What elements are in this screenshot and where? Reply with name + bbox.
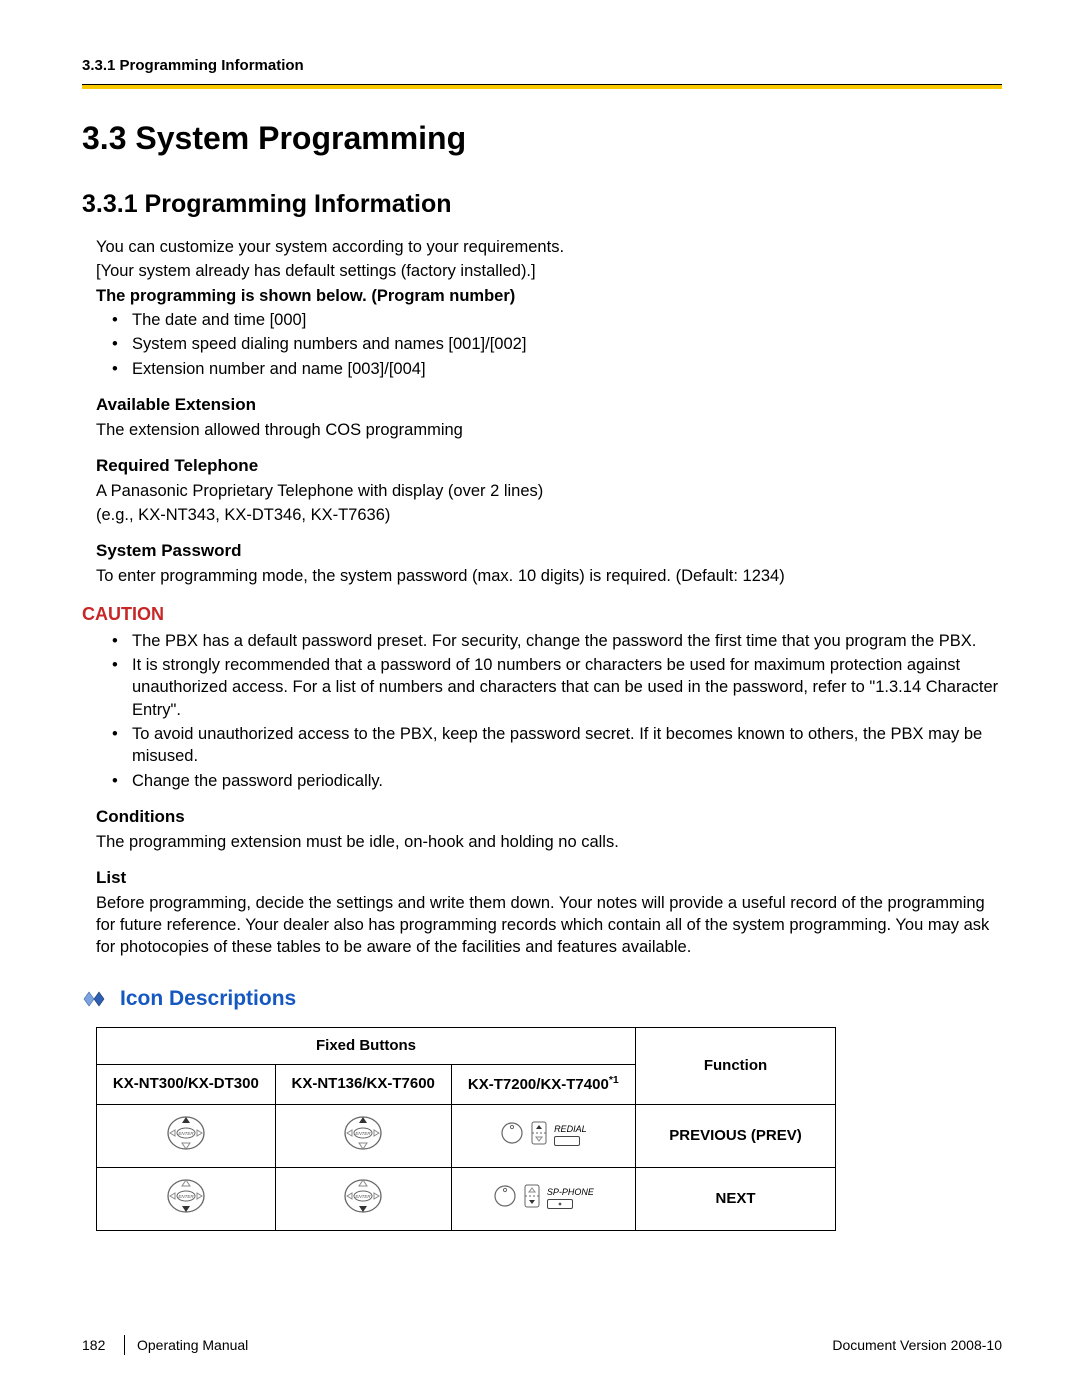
page: 3.3.1 Programming Information 3.3 System… [0,0,1080,1397]
volume-rocker-icon [523,1183,541,1215]
intro-bullet-3: Extension number and name [003]/[004] [96,358,1002,380]
icon-descriptions-heading: Icon Descriptions [82,985,1002,1013]
running-header: 3.3.1 Programming Information [82,56,1002,76]
cell-nav-down-1: ENTER [97,1167,276,1230]
cell-fn-next: NEXT [636,1167,836,1230]
th-col3-text: KX-T7200/KX-T7400 [468,1076,609,1093]
icon-description-table: Fixed Buttons Function KX-NT300/KX-DT300… [96,1027,836,1231]
th-col3-sup: *1 [609,1074,619,1086]
manual-title: Operating Manual [137,1336,248,1355]
cell-nav-down-2: ENTER [275,1167,451,1230]
navigator-up-icon: ENTER [164,1113,208,1159]
volume-rocker-icon [530,1120,548,1152]
intro-block: You can customize your system according … [96,236,1002,587]
navigator-down-icon: ENTER [164,1176,208,1222]
intro-line-2: [Your system already has default setting… [96,260,1002,282]
intro-bullet-1: The date and time [000] [96,309,1002,331]
cell-nav-up-2: ENTER [275,1104,451,1167]
jog-dial-icon [500,1121,524,1151]
list-body: Before programming, decide the settings … [96,892,1002,959]
svg-text:ENTER: ENTER [178,1194,194,1199]
redial-button-icon [554,1136,580,1146]
available-extension-head: Available Extension [96,394,1002,417]
th-function: Function [636,1028,836,1105]
table-row: ENTER ENTER [97,1167,836,1230]
caution-bullet-1: The PBX has a default password preset. F… [96,630,1002,652]
conditions-body: The programming extension must be idle, … [96,831,1002,853]
svg-text:ENTER: ENTER [178,1131,194,1136]
required-telephone-head: Required Telephone [96,455,1002,478]
list-head: List [96,867,1002,890]
th-col1: KX-NT300/KX-DT300 [97,1065,276,1104]
caution-bullet-2: It is strongly recommended that a passwo… [96,654,1002,721]
cell-volume-redial: REDIAL [451,1104,635,1167]
required-telephone-l2: (e.g., KX-NT343, KX-DT346, KX-T7636) [96,504,1002,526]
table-row: ENTER ENTER [97,1104,836,1167]
svg-text:ENTER: ENTER [356,1194,372,1199]
jog-dial-icon [493,1184,517,1214]
footer-separator [124,1335,125,1355]
spphone-label: SP-PHONE [547,1188,594,1197]
caution-label: CAUTION [82,602,1002,626]
system-password-head: System Password [96,540,1002,563]
icon-descriptions-title: Icon Descriptions [120,985,296,1013]
cell-nav-up-1: ENTER [97,1104,276,1167]
th-col2: KX-NT136/KX-T7600 [275,1065,451,1104]
intro-line-1: You can customize your system according … [96,236,1002,258]
subsection-heading: 3.3.1 Programming Information [82,188,1002,222]
caution-bullets: The PBX has a default password preset. F… [96,630,1002,792]
redial-label: REDIAL [554,1125,587,1134]
conditions-head: Conditions [96,806,1002,829]
system-password-body: To enter programming mode, the system pa… [96,565,1002,587]
th-fixed-buttons: Fixed Buttons [97,1028,636,1065]
available-extension-body: The extension allowed through COS progra… [96,419,1002,441]
header-rule [82,84,1002,89]
caution-bullet-4: Change the password periodically. [96,770,1002,792]
intro-line-3: The programming is shown below. (Program… [96,285,1002,307]
double-diamond-icon [82,990,110,1008]
conditions-block: Conditions The programming extension mus… [96,806,1002,959]
document-version: Document Version 2008-10 [832,1336,1002,1355]
th-col3: KX-T7200/KX-T7400*1 [451,1065,635,1104]
cell-volume-spphone: SP-PHONE [451,1167,635,1230]
spphone-button-icon [547,1199,573,1209]
required-telephone-l1: A Panasonic Proprietary Telephone with d… [96,480,1002,502]
page-footer: 182 Operating Manual Document Version 20… [82,1335,1002,1355]
page-number: 182 [82,1336,124,1355]
svg-text:ENTER: ENTER [356,1131,372,1136]
cell-fn-prev: PREVIOUS (PREV) [636,1104,836,1167]
caution-bullet-3: To avoid unauthorized access to the PBX,… [96,723,1002,768]
navigator-down-icon: ENTER [341,1176,385,1222]
intro-bullet-2: System speed dialing numbers and names [… [96,333,1002,355]
section-heading: 3.3 System Programming [82,117,1002,160]
navigator-up-icon: ENTER [341,1113,385,1159]
intro-bullets: The date and time [000] System speed dia… [96,309,1002,380]
